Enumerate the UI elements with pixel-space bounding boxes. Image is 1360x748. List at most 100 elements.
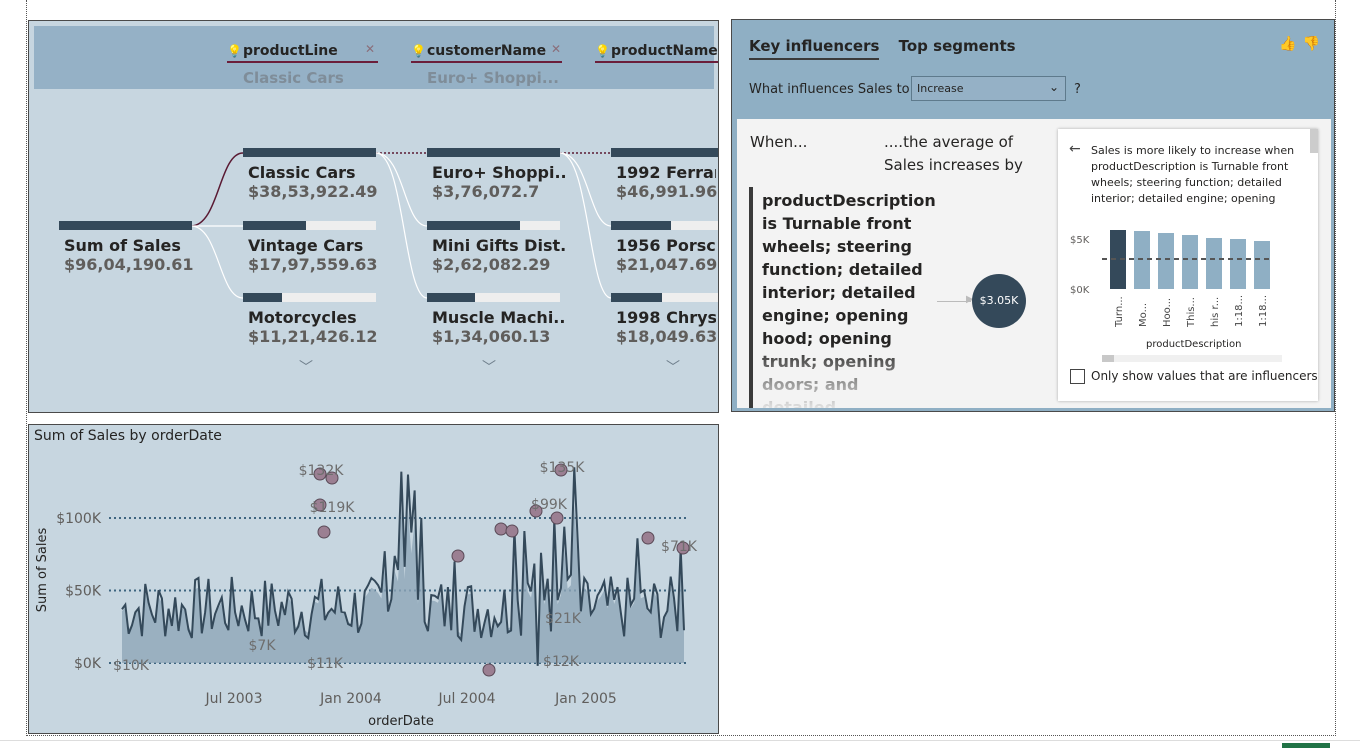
node-amount: $1,34,060.13 <box>432 327 551 346</box>
tree-node[interactable]: 1992 Ferrari $46,991.96 <box>611 148 718 201</box>
ki-tabs: Key influencers Top segments <box>749 37 1030 60</box>
node-amount: $46,991.96 <box>616 182 718 201</box>
help-mark[interactable]: ? <box>1074 82 1081 97</box>
average-label: ....the average of Sales increases by <box>884 133 1023 174</box>
decomposition-tree-visual[interactable]: 💡 productLine ✕ Classic Cars 💡 customerNam… <box>28 20 719 413</box>
anomaly-marker <box>451 549 465 563</box>
feedback-icons: 👍 👎 <box>1273 36 1320 52</box>
tab-key-influencers[interactable]: Key influencers <box>749 37 880 60</box>
anomaly-marker <box>317 525 331 539</box>
x-tick-label: 1:18... <box>1258 295 1269 327</box>
only-influencers-toggle[interactable]: Only show values that are influencers <box>1070 369 1318 384</box>
tree-node[interactable]: Vintage Cars $17,97,559.63 <box>243 221 378 274</box>
y-tick-label: $100K <box>56 511 102 527</box>
tree-node[interactable]: Classic Cars $38,53,922.49 <box>243 148 378 201</box>
active-tab-indicator[interactable] <box>1282 743 1330 748</box>
line-chart-svg: $100K $50K $0K Jul 2003 Jan 2004 Jul 2004 Jan … <box>35 460 698 729</box>
data-label: $10K <box>113 658 150 674</box>
data-label: $21K <box>545 611 582 627</box>
anomaly-marker <box>482 663 496 677</box>
data-label: $99K <box>531 497 568 513</box>
when-label: When... <box>750 133 808 151</box>
x-tick-label: Hoo... <box>1162 298 1173 327</box>
dropdown-value: Increase <box>917 82 964 95</box>
line-chart-visual[interactable]: Sum of Sales by orderDate $100K $50K $0K Ju… <box>28 424 719 734</box>
node-fill <box>611 148 718 157</box>
tree-node[interactable]: 1998 Chrysl $18,049.63 <box>611 293 718 346</box>
data-label: $71K <box>661 539 698 555</box>
chevron-down-icon[interactable]: ﹀ <box>482 357 496 377</box>
y-tick-label: $0K <box>74 656 102 672</box>
checkbox[interactable] <box>1070 369 1085 384</box>
x-tick-label: Jul 2003 <box>205 691 263 707</box>
root-label: Sum of Sales <box>64 236 181 255</box>
y-tick-label: $0K <box>1070 285 1090 296</box>
x-tick-label: his r... <box>1210 297 1221 327</box>
anomaly-marker <box>505 524 519 538</box>
node-label: Muscle Machi... <box>432 308 567 327</box>
back-arrow-icon[interactable]: ← <box>1069 141 1081 157</box>
node-fill <box>243 148 376 157</box>
x-tick-label: This... <box>1186 297 1197 328</box>
x-tick-label: Mo... <box>1138 303 1149 327</box>
data-label: $12K <box>543 654 580 670</box>
node-label: Motorcycles <box>248 308 357 327</box>
detail-card: ← Sales is more likely to increase when … <box>1058 129 1318 401</box>
influence-question: What influences Sales to <box>749 82 910 97</box>
bottom-tab-bar <box>0 740 1360 748</box>
tree-root-node[interactable]: Sum of Sales $96,04,190.61 <box>59 221 194 274</box>
node-amount: $11,21,426.12 <box>248 327 378 346</box>
tree-node[interactable]: Euro+ Shoppi... $3,76,072.7 <box>427 148 567 201</box>
node-label: 1998 Chrysl <box>616 308 716 327</box>
key-influencers-visual[interactable]: Key influencers Top segments 👍 👎 What inf… <box>731 19 1335 412</box>
node-label: Vintage Cars <box>248 236 364 255</box>
influence-bubble[interactable]: $3.05K <box>972 274 1026 328</box>
mini-bar <box>1230 239 1246 289</box>
tree-node[interactable]: 1956 Porsch $21,047.69 <box>611 221 718 274</box>
data-label: $7K <box>249 638 277 654</box>
increase-dropdown[interactable]: Increase ⌄ <box>911 76 1066 101</box>
y-axis-title: Sum of Sales <box>35 528 50 613</box>
node-label: 1992 Ferrari <box>616 163 716 182</box>
card-description: Sales is more likely to increase when pr… <box>1091 144 1295 205</box>
root-amount: $96,04,190.61 <box>64 255 194 274</box>
mini-bar-chart: $5K $0K Turn... Mo... Hoo... This... his r... 1… <box>1070 230 1282 362</box>
node-amount: $3,76,072.7 <box>432 182 540 201</box>
node-amount: $38,53,922.49 <box>248 182 378 201</box>
x-tick-label: Jul 2004 <box>438 691 496 707</box>
tree-node[interactable]: Muscle Machi... $1,34,060.13 <box>427 293 567 346</box>
x-axis-title: productDescription <box>1146 339 1241 350</box>
node-fill <box>427 221 521 230</box>
mini-bar <box>1158 233 1174 289</box>
mini-bar <box>1206 238 1222 289</box>
chart-title: Sum of Sales by orderDate <box>34 428 222 444</box>
chevron-down-icon[interactable]: ﹀ <box>299 357 313 377</box>
chevron-down-icon[interactable]: ﹀ <box>666 357 680 377</box>
thumbs-down-icon[interactable]: 👎 <box>1303 36 1320 52</box>
card-scrollbar[interactable] <box>1310 129 1318 153</box>
x-tick-label: 1:18... <box>1234 295 1245 327</box>
y-tick-label: $50K <box>65 584 102 600</box>
scrollbar-track <box>1102 355 1282 362</box>
x-tick-label: Turn... <box>1114 296 1125 328</box>
tab-top-segments[interactable]: Top segments <box>899 37 1016 58</box>
tree-node[interactable]: Motorcycles $11,21,426.12 <box>243 293 378 346</box>
tree-connectors <box>190 152 612 299</box>
node-label: Euro+ Shoppi... <box>432 163 567 182</box>
tree-node[interactable]: Mini Gifts Dist... $2,62,082.29 <box>427 221 567 274</box>
node-label: Mini Gifts Dist... <box>432 236 567 255</box>
node-fill <box>611 221 671 230</box>
data-label: $135K <box>540 460 586 476</box>
anomaly-marker <box>641 531 655 545</box>
anomaly-marker <box>550 511 564 525</box>
node-amount: $17,97,559.63 <box>248 255 378 274</box>
y-tick-label: $5K <box>1070 235 1090 246</box>
data-label: $119K <box>310 500 356 516</box>
mini-bar <box>1182 235 1198 289</box>
node-label: Classic Cars <box>248 163 356 182</box>
data-label: $11K <box>307 656 344 672</box>
thumbs-up-icon[interactable]: 👍 <box>1279 36 1296 52</box>
x-axis-title: orderDate <box>368 714 434 729</box>
node-amount: $18,049.63 <box>616 327 718 346</box>
node-fill <box>243 221 306 230</box>
